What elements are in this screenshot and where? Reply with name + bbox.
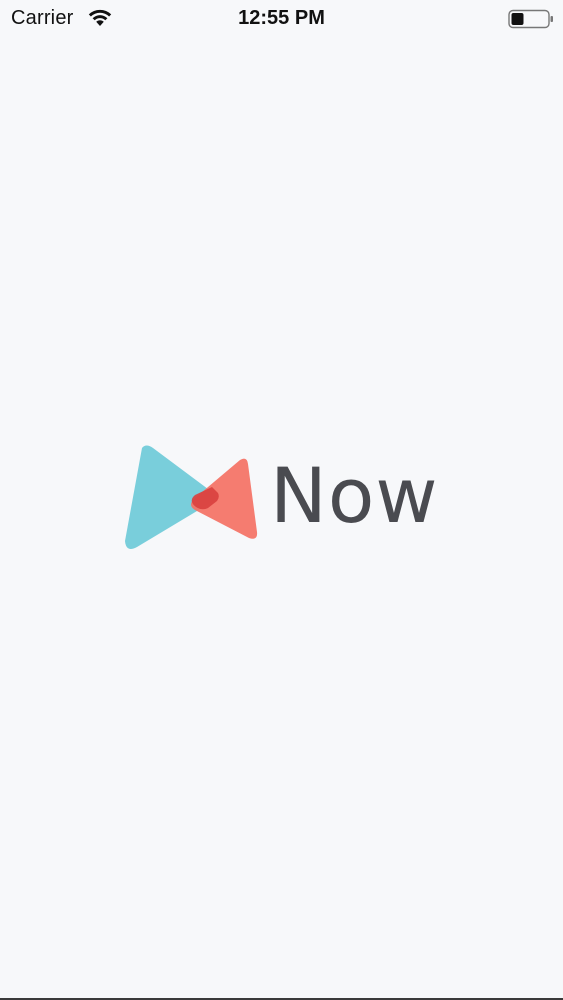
status-bar: Carrier 12:55 PM: [0, 0, 563, 38]
brand-wordmark: Now: [270, 451, 439, 540]
now-logo-icon: [125, 445, 258, 549]
battery-icon: [508, 9, 553, 29]
clock-time: 12:55 PM: [238, 7, 325, 29]
splash-logo: Now: [120, 440, 445, 555]
